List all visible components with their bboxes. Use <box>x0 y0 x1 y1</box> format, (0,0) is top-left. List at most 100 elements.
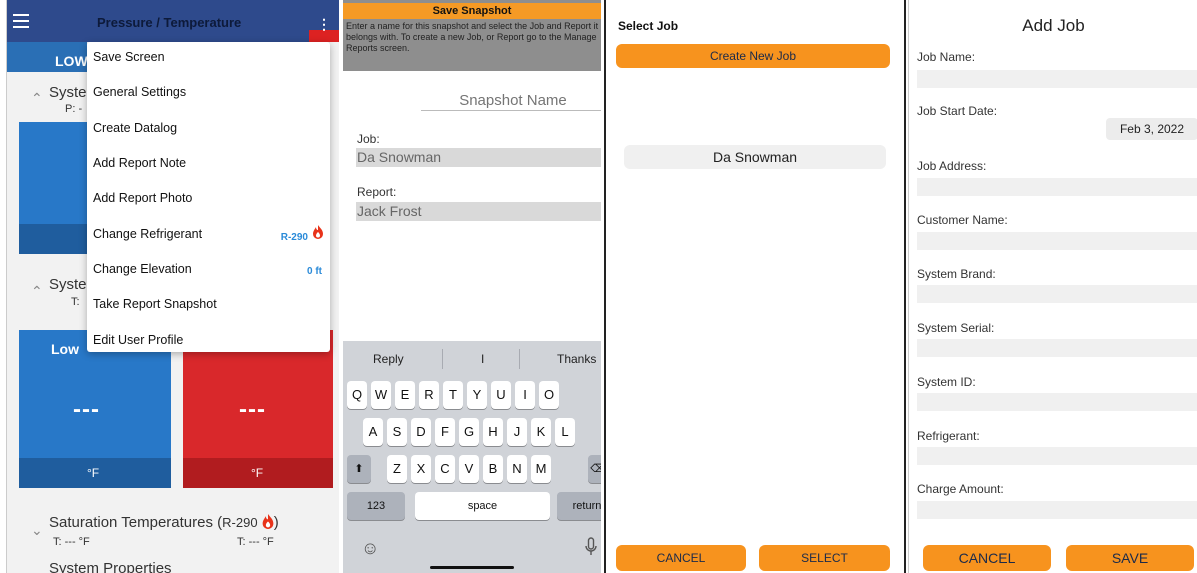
microphone-icon[interactable] <box>585 537 597 557</box>
system-brand-field[interactable] <box>917 285 1197 303</box>
system-serial-label: System Serial: <box>917 321 995 335</box>
flame-icon <box>262 514 274 529</box>
key-x[interactable]: X <box>411 455 431 483</box>
key-f[interactable]: F <box>435 418 455 446</box>
emoji-icon[interactable]: ☺ <box>361 538 379 559</box>
suggestion-divider <box>519 349 520 369</box>
save-snapshot-screen: Save Snapshot Enter a name for this snap… <box>343 0 601 573</box>
key-r[interactable]: R <box>419 381 439 409</box>
menu-item-general-settings[interactable]: General Settings <box>93 85 186 99</box>
key-a[interactable]: A <box>363 418 383 446</box>
page-title: Pressure / Temperature <box>97 15 242 30</box>
customer-name-label: Customer Name: <box>917 213 1008 227</box>
low-pressure-unit-bar <box>19 224 87 254</box>
chevron-down-icon[interactable]: ⌄ <box>31 522 43 539</box>
key-s[interactable]: S <box>387 418 407 446</box>
system-serial-field[interactable] <box>917 339 1197 357</box>
key-v[interactable]: V <box>459 455 479 483</box>
key-t[interactable]: T <box>443 381 463 409</box>
job-start-date-picker[interactable]: Feb 3, 2022 <box>1106 118 1197 140</box>
key-l[interactable]: L <box>555 418 575 446</box>
job-name-label: Job Name: <box>917 50 976 64</box>
system-temp-readout: T: <box>71 296 80 308</box>
menu-item-take-report-snapshot[interactable]: Take Report Snapshot <box>93 297 217 311</box>
numbers-key[interactable]: 123 <box>347 492 405 520</box>
job-start-date-label: Job Start Date: <box>917 104 998 118</box>
add-job-title: Add Job <box>1022 16 1085 35</box>
job-list-item[interactable]: Da Snowman <box>624 145 886 169</box>
key-i[interactable]: I <box>515 381 535 409</box>
low-pressure-tile <box>19 122 87 224</box>
charge-amount-field[interactable] <box>917 501 1197 519</box>
customer-name-field[interactable] <box>917 232 1197 250</box>
key-w[interactable]: W <box>371 381 391 409</box>
menu-item-create-datalog[interactable]: Create Datalog <box>93 121 177 135</box>
system-temp-section-title: Syste <box>49 276 87 293</box>
key-j[interactable]: J <box>507 418 527 446</box>
menu-item-edit-user-profile[interactable]: Edit User Profile <box>93 333 183 347</box>
key-z[interactable]: Z <box>387 455 407 483</box>
saturation-section-title: Saturation Temperatures (R-290 ) <box>49 514 279 531</box>
suggestion-3[interactable]: Thanks <box>557 352 596 366</box>
menu-item-add-report-photo[interactable]: Add Report Photo <box>93 191 192 205</box>
system-properties-title: System Properties <box>49 560 172 573</box>
add-job-screen: Add Job Job Name: Job Start Date: Feb 3,… <box>908 0 1197 573</box>
key-d[interactable]: D <box>411 418 431 446</box>
system-brand-label: System Brand: <box>917 267 996 281</box>
system-id-field[interactable] <box>917 393 1197 411</box>
high-temp-value: --- <box>239 396 266 423</box>
key-e[interactable]: E <box>395 381 415 409</box>
refrigerant-value: R-290 <box>280 232 308 243</box>
snapshot-name-input[interactable] <box>421 88 601 112</box>
space-key[interactable]: space <box>415 492 550 520</box>
low-temp-title: Low <box>51 341 79 357</box>
snapshot-name-underline <box>421 110 601 111</box>
key-k[interactable]: K <box>531 418 551 446</box>
saturation-high-readout: T: --- °F <box>237 536 274 548</box>
suggestion-1[interactable]: Reply <box>373 352 404 366</box>
suggestion-2[interactable]: I <box>481 352 484 366</box>
select-job-title: Select Job <box>618 19 679 33</box>
key-h[interactable]: H <box>483 418 503 446</box>
job-value: Da Snowman <box>357 149 442 165</box>
snapshot-description: Enter a name for this snapshot and selec… <box>346 21 599 53</box>
key-y[interactable]: Y <box>467 381 487 409</box>
snapshot-title: Save Snapshot <box>343 3 601 19</box>
refrigerant-field[interactable] <box>917 447 1197 465</box>
key-n[interactable]: N <box>507 455 527 483</box>
key-m[interactable]: M <box>531 455 551 483</box>
report-value: Jack Frost <box>357 203 422 219</box>
flame-icon <box>313 225 323 239</box>
select-job-screen: Select Job Create New Job Da Snowman CAN… <box>604 0 906 573</box>
key-u[interactable]: U <box>491 381 511 409</box>
job-address-field[interactable] <box>917 178 1197 196</box>
saturation-refrigerant: R-290 <box>222 515 258 530</box>
menu-item-save-screen[interactable]: Save Screen <box>93 50 165 64</box>
key-g[interactable]: G <box>459 418 479 446</box>
chevron-up-icon[interactable]: ⌃ <box>31 283 43 300</box>
cancel-button[interactable]: CANCEL <box>923 545 1051 571</box>
cancel-button[interactable]: CANCEL <box>616 545 746 571</box>
elevation-value: 0 ft <box>307 266 322 277</box>
key-b[interactable]: B <box>483 455 503 483</box>
job-name-field[interactable] <box>917 70 1197 88</box>
menu-item-change-refrigerant[interactable]: Change Refrigerant <box>93 227 202 241</box>
shift-key[interactable]: ⬆ <box>347 455 371 483</box>
overflow-menu: Save Screen General Settings Create Data… <box>87 42 330 352</box>
high-temp-unit: °F <box>251 466 264 480</box>
return-key[interactable]: return <box>557 492 601 520</box>
low-temp-value: --- <box>73 396 100 423</box>
chevron-up-icon[interactable]: ⌃ <box>31 90 43 107</box>
menu-item-change-elevation[interactable]: Change Elevation <box>93 262 192 276</box>
key-q[interactable]: Q <box>347 381 367 409</box>
select-button[interactable]: SELECT <box>759 545 890 571</box>
save-button[interactable]: SAVE <box>1066 545 1194 571</box>
menu-item-add-report-note[interactable]: Add Report Note <box>93 156 186 170</box>
hamburger-menu-icon[interactable] <box>13 14 29 32</box>
key-c[interactable]: C <box>435 455 455 483</box>
create-new-job-button[interactable]: Create New Job <box>616 44 890 68</box>
key-o[interactable]: O <box>539 381 559 409</box>
saturation-close: ) <box>273 514 279 531</box>
delete-key[interactable]: ⌫ <box>588 455 601 483</box>
more-options-icon[interactable]: ⋮ <box>317 16 331 33</box>
